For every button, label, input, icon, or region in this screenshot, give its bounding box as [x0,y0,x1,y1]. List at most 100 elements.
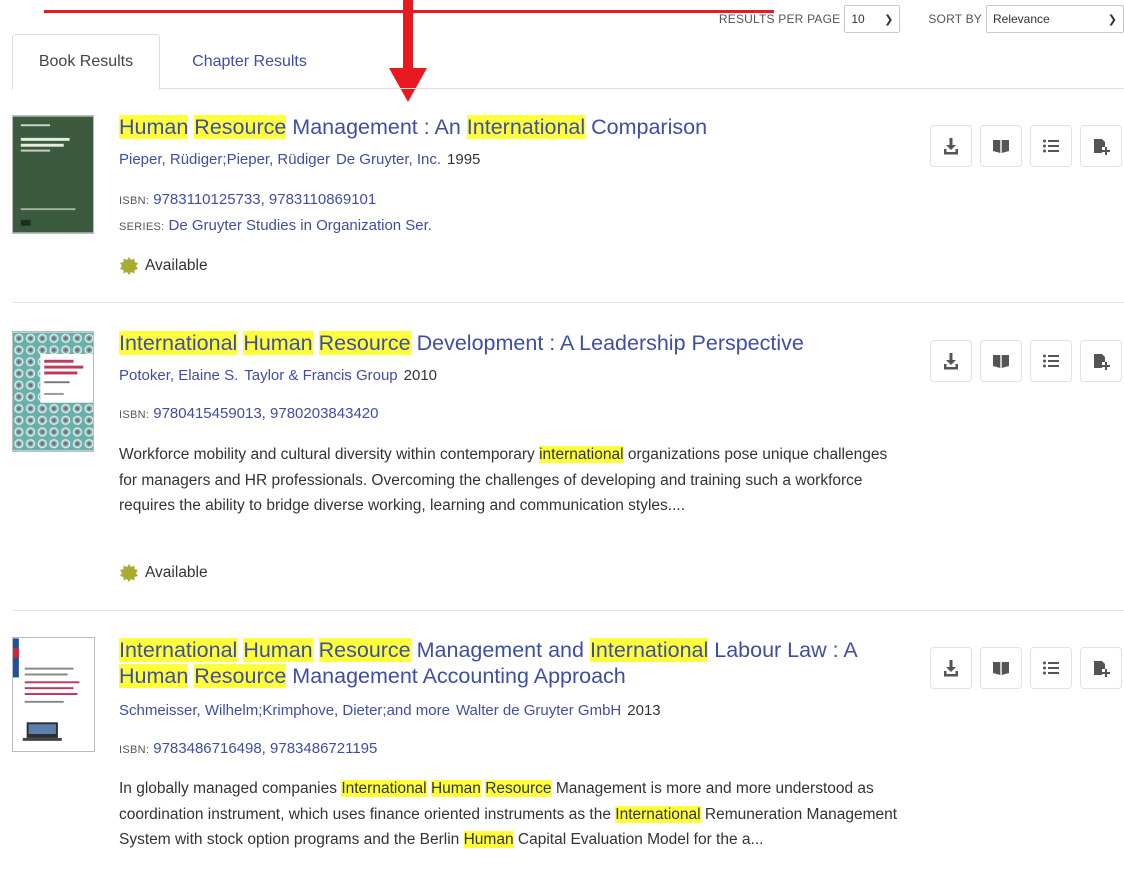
search-term-highlight: International [341,780,427,797]
availability-status: Available [119,563,208,583]
result-byline: Pieper, Rüdiger;Pieper, Rüdiger De Gruyte… [119,151,480,168]
result-isbn: ISBN: 9783486716498, 9783486721195 [119,740,377,757]
read-online-button[interactable] [980,340,1022,382]
search-term-highlight: Resource [194,115,287,139]
text-segment: Management Accounting Approach [286,664,626,688]
isbn-label: ISBN: [119,409,150,421]
chevron-down-icon: ❯ [1107,13,1117,26]
result-isbn: ISBN: 9783110125733, 9783110869101 [119,191,376,208]
search-term-highlight: International [589,638,709,662]
result-series: SERIES: De Gruyter Studies in Organizatio… [119,217,432,234]
download-icon [944,660,958,677]
result-divider [12,302,1124,303]
search-term-highlight: Resource [318,331,411,355]
download-icon [944,138,958,155]
download-button[interactable] [930,647,972,689]
results-controls: RESULTS PER PAGE 10 ❯ SORT BY Relevance … [719,4,1124,34]
results-tabs: Book Results Chapter Results [12,34,1124,90]
text-segment: In globally managed companies [119,780,342,797]
chevron-down-icon: ❯ [884,13,894,26]
add-to-list-button[interactable] [1080,647,1122,689]
available-badge-icon [120,564,138,582]
result-byline: Schmeisser, Wilhelm;Krimphove, Dieter;an… [119,702,661,719]
add-to-list-icon [1094,354,1110,370]
tab-chapter-results[interactable]: Chapter Results [172,34,327,89]
isbn-value: 9783486716498, 9783486721195 [153,740,378,757]
result-actions [930,340,1124,382]
search-term-highlight: International [466,115,586,139]
result-title[interactable]: International Human Resource Development… [119,330,879,356]
result-actions [930,647,1124,689]
table-of-contents-button[interactable] [1030,340,1072,382]
download-button[interactable] [930,340,972,382]
search-term-highlight: International [615,805,701,823]
add-to-list-button[interactable] [1080,340,1122,382]
search-term-highlight: International [119,638,238,662]
search-term-highlight: Human [119,664,189,688]
results-per-page-select[interactable]: 10 ❯ [844,5,901,33]
result-description: In globally managed companies Internatio… [119,776,899,853]
sort-by-value: Relevance [993,12,1050,26]
book-open-icon [993,355,1009,368]
results-per-page-label: RESULTS PER PAGE [718,12,841,26]
isbn-label: ISBN: [119,195,150,207]
isbn-value: 9780415459013, 9780203843420 [153,405,379,422]
book-cover-image[interactable] [12,115,94,234]
search-term-highlight: Human [463,831,514,848]
availability-label[interactable]: Available [145,257,208,275]
search-term-highlight: international [539,446,624,463]
sort-by-select[interactable]: Relevance ❯ [986,5,1124,33]
result-byline: Potoker, Elaine S. Taylor & Francis Group… [119,367,437,384]
tab-book-results[interactable]: Book Results [12,34,160,90]
results-per-page-value: 10 [851,12,865,26]
series-label: SERIES: [119,221,165,233]
sort-by-label: SORT BY [928,12,982,26]
table-of-contents-button[interactable] [1030,125,1072,167]
book-open-icon [993,140,1009,153]
isbn-label: ISBN: [119,744,150,756]
result-publisher[interactable]: Walter de Gruyter GmbH [456,702,621,719]
add-to-list-icon [1094,661,1110,677]
availability-status: Available [119,256,208,276]
book-cover-image[interactable] [12,331,94,452]
result-year: 2013 [627,702,661,719]
search-term-highlight: Human [119,115,189,139]
result-authors[interactable]: Schmeisser, Wilhelm;Krimphove, Dieter;an… [119,702,450,719]
table-of-contents-button[interactable] [1030,647,1072,689]
availability-label[interactable]: Available [145,564,208,582]
result-title[interactable]: International Human Resource Management … [119,637,879,689]
text-segment: Comparison [585,115,708,139]
list-icon [1043,139,1059,153]
text-segment: Capital Evaluation Model for the a... [513,831,764,848]
search-term-highlight: Human [430,780,481,797]
result-authors[interactable]: Potoker, Elaine S. [119,367,238,384]
search-term-highlight: Resource [318,638,411,662]
text-segment: Workforce mobility and cultural diversit… [119,446,540,463]
add-to-list-icon [1094,139,1110,155]
result-year: 2010 [403,367,438,384]
result-publisher[interactable]: Taylor & Francis Group [244,367,397,384]
result-publisher[interactable]: De Gruyter, Inc. [336,151,441,168]
result-title[interactable]: Human Resource Management : An Internati… [119,114,879,140]
result-divider [12,610,1124,611]
download-button[interactable] [930,125,972,167]
result-authors[interactable]: Pieper, Rüdiger;Pieper, Rüdiger [119,151,330,168]
read-online-button[interactable] [980,125,1022,167]
book-cover-image[interactable] [12,637,95,752]
book-open-icon [993,662,1009,675]
text-segment: Management : An [286,115,467,139]
text-segment [313,638,319,662]
text-segment: Development : A Leadership Perspective [410,331,804,355]
search-term-highlight: Human [243,331,313,355]
search-term-highlight: Resource [485,780,552,797]
result-actions [930,125,1124,167]
result-year: 1995 [447,151,481,168]
search-term-highlight: International [119,331,238,355]
result-isbn: ISBN: 9780415459013, 9780203843420 [119,405,378,422]
series-link[interactable]: De Gruyter Studies in Organization Ser. [169,217,432,234]
text-segment: Labour Law : A [708,638,857,662]
read-online-button[interactable] [980,647,1022,689]
list-icon [1043,661,1059,675]
add-to-list-button[interactable] [1080,125,1122,167]
text-segment: Management and [410,638,590,662]
